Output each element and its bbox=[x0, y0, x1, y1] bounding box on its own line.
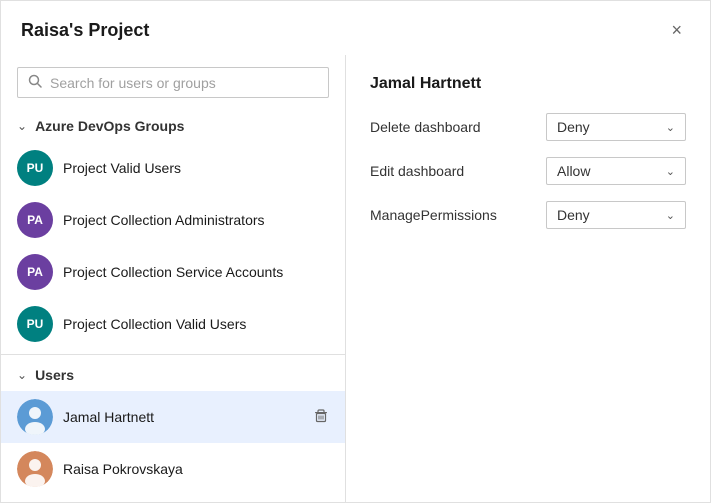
dialog-header: Raisa's Project × bbox=[1, 1, 710, 55]
list-item[interactable]: PA Project Collection Service Accounts bbox=[1, 246, 345, 298]
chevron-down-icon: ⌄ bbox=[666, 121, 675, 134]
users-chevron-icon: ⌄ bbox=[17, 368, 27, 382]
avatar bbox=[17, 451, 53, 487]
avatar: PU bbox=[17, 306, 53, 342]
select-value: Deny bbox=[557, 119, 590, 135]
select-value: Deny bbox=[557, 207, 590, 223]
delete-user-icon[interactable] bbox=[313, 408, 329, 427]
selected-user-title: Jamal Hartnett bbox=[370, 75, 686, 93]
left-panel: ⌄ Azure DevOps Groups PU Project Valid U… bbox=[1, 55, 346, 502]
select-value: Allow bbox=[557, 163, 590, 179]
chevron-down-icon: ⌄ bbox=[666, 165, 675, 178]
groups-section-header[interactable]: ⌄ Azure DevOps Groups bbox=[1, 110, 345, 142]
delete-dashboard-select[interactable]: Deny ⌄ bbox=[546, 113, 686, 141]
close-button[interactable]: × bbox=[663, 17, 690, 43]
avatar bbox=[17, 399, 53, 435]
manage-permissions-select[interactable]: Deny ⌄ bbox=[546, 201, 686, 229]
search-icon bbox=[28, 74, 42, 91]
list-item[interactable]: Raisa Pokrovskaya bbox=[1, 443, 345, 495]
permission-row: Delete dashboard Deny ⌄ bbox=[370, 113, 686, 141]
list-item[interactable]: PU Project Valid Users bbox=[1, 142, 345, 194]
group-item-name: Project Collection Administrators bbox=[63, 212, 265, 228]
dialog-title: Raisa's Project bbox=[21, 20, 149, 41]
divider bbox=[1, 354, 345, 355]
avatar: PA bbox=[17, 202, 53, 238]
groups-section-label: Azure DevOps Groups bbox=[35, 118, 184, 134]
right-panel: Jamal Hartnett Delete dashboard Deny ⌄ E… bbox=[346, 55, 710, 502]
permission-row: ManagePermissions Deny ⌄ bbox=[370, 201, 686, 229]
permission-label: Edit dashboard bbox=[370, 163, 530, 179]
permission-label: ManagePermissions bbox=[370, 207, 530, 223]
permission-row: Edit dashboard Allow ⌄ bbox=[370, 157, 686, 185]
search-input[interactable] bbox=[50, 75, 318, 91]
group-item-name: Project Collection Service Accounts bbox=[63, 264, 283, 280]
avatar: PA bbox=[17, 254, 53, 290]
user-item-name: Jamal Hartnett bbox=[63, 409, 154, 425]
group-item-name: Project Valid Users bbox=[63, 160, 181, 176]
edit-dashboard-select[interactable]: Allow ⌄ bbox=[546, 157, 686, 185]
dialog: Raisa's Project × ⌄ Azure DevOps Groups bbox=[0, 0, 711, 503]
dialog-body: ⌄ Azure DevOps Groups PU Project Valid U… bbox=[1, 55, 710, 502]
user-item-name: Raisa Pokrovskaya bbox=[63, 461, 183, 477]
chevron-down-icon: ⌄ bbox=[666, 209, 675, 222]
permission-label: Delete dashboard bbox=[370, 119, 530, 135]
users-section-header[interactable]: ⌄ Users bbox=[1, 359, 345, 391]
search-box bbox=[17, 67, 329, 98]
list-item[interactable]: PA Project Collection Administrators bbox=[1, 194, 345, 246]
group-item-name: Project Collection Valid Users bbox=[63, 316, 246, 332]
list-item[interactable]: PU Project Collection Valid Users bbox=[1, 298, 345, 350]
groups-chevron-icon: ⌄ bbox=[17, 119, 27, 133]
list-item[interactable]: Jamal Hartnett bbox=[1, 391, 345, 443]
avatar: PU bbox=[17, 150, 53, 186]
users-section-label: Users bbox=[35, 367, 74, 383]
